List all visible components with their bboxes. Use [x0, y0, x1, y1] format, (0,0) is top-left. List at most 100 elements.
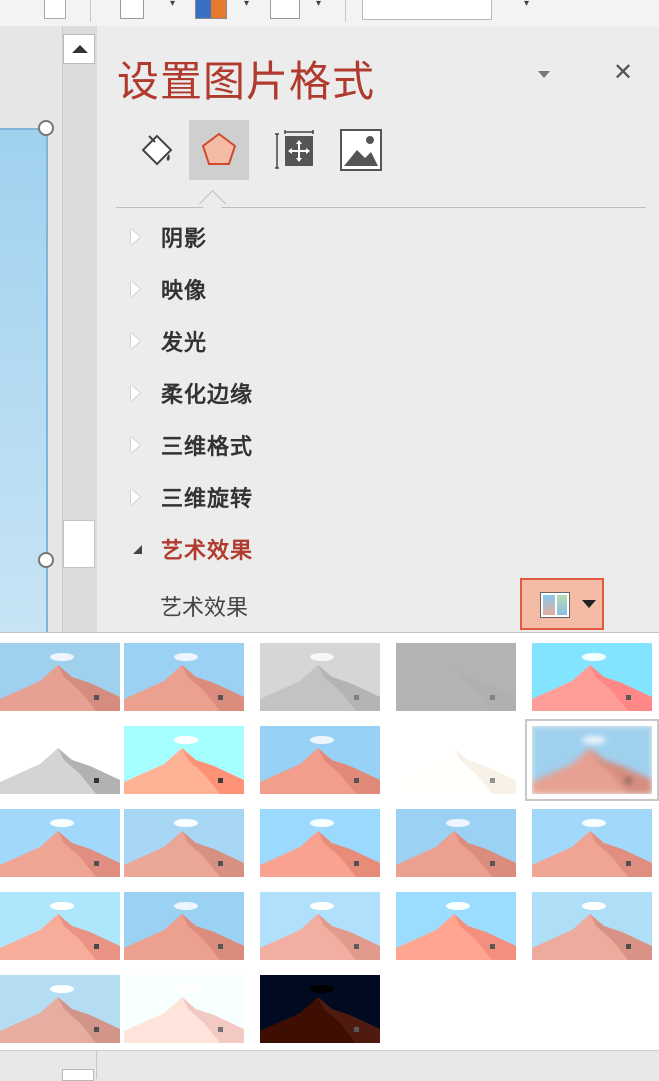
- effect-thumbnail-crisscross-etching[interactable]: [260, 892, 380, 960]
- desert-image: [124, 643, 244, 711]
- status-control[interactable]: [62, 1069, 94, 1081]
- artistic-effect-dropdown[interactable]: [520, 578, 604, 630]
- desert-image: [124, 975, 244, 1043]
- effect-thumbnail-pencil-grayscale[interactable]: [260, 643, 380, 711]
- close-icon[interactable]: ✕: [613, 58, 633, 86]
- expand-arrow-icon: [131, 437, 140, 453]
- desert-image: [0, 975, 120, 1043]
- effect-thumbnail-cutout[interactable]: [0, 975, 120, 1043]
- chevron-down-icon[interactable]: ▾: [524, 0, 529, 9]
- effect-thumbnail-watercolor-sponge[interactable]: [124, 809, 244, 877]
- tab-fill-line[interactable]: [127, 120, 187, 180]
- effect-thumbnail-marker[interactable]: [124, 643, 244, 711]
- pane-title: 设置图片格式: [117, 57, 376, 106]
- section-glow[interactable]: 发光: [131, 323, 207, 359]
- status-bar: [0, 1050, 659, 1081]
- desert-image: [396, 643, 516, 711]
- section-label: 映像: [161, 279, 208, 304]
- pane-tabs: [127, 120, 427, 180]
- chevron-down-icon: [582, 600, 596, 608]
- desert-image: [124, 726, 244, 794]
- artistic-effect-label: 艺术效果: [160, 596, 249, 621]
- section-3d-format[interactable]: 三维格式: [131, 427, 253, 463]
- effects-icon: [201, 132, 237, 165]
- ribbon-shape-icon[interactable]: [44, 0, 66, 19]
- artistic-effects-gallery: [0, 632, 659, 1051]
- desert-image: [260, 975, 380, 1043]
- section-label: 艺术效果: [161, 539, 254, 564]
- tab-size-properties[interactable]: [265, 120, 325, 180]
- desert-image: [0, 809, 120, 877]
- ribbon-divider: [345, 0, 346, 22]
- size-properties-icon: [275, 130, 314, 169]
- section-artistic-effects[interactable]: 艺术效果: [131, 531, 253, 567]
- chevron-down-icon[interactable]: ▾: [244, 0, 249, 9]
- effect-thumbnail-glow-diffused[interactable]: [396, 726, 516, 794]
- format-picture-pane: 设置图片格式 ✕ 阴影 映像 发光 柔化边缘 三维格式 三维旋转 艺术效果 艺术…: [97, 26, 659, 632]
- ribbon-picture-border-icon[interactable]: [120, 0, 144, 19]
- chevron-down-icon[interactable]: ▾: [170, 0, 175, 9]
- effect-thumbnail-film-grain[interactable]: [260, 809, 380, 877]
- effect-thumbnail-glow-edges[interactable]: [260, 975, 380, 1043]
- expand-arrow-icon: [131, 281, 140, 297]
- effect-thumbnail-chalk-sketch[interactable]: [0, 726, 120, 794]
- tab-effects[interactable]: [189, 120, 249, 180]
- expand-arrow-icon: [131, 489, 140, 505]
- desert-image: [260, 726, 380, 794]
- ribbon-picture-effects-icon[interactable]: [195, 0, 227, 19]
- effect-thumbnail-photocopy[interactable]: [124, 975, 244, 1043]
- effect-thumbnail-paint-strokes[interactable]: [124, 726, 244, 794]
- ribbon-picture-layout-icon[interactable]: [270, 0, 300, 19]
- desert-image: [124, 809, 244, 877]
- resize-handle[interactable]: [38, 120, 54, 136]
- section-label: 阴影: [161, 227, 208, 252]
- pane-options-dropdown[interactable]: [534, 66, 554, 82]
- section-label: 发光: [161, 331, 208, 356]
- resize-handle[interactable]: [38, 552, 54, 568]
- desert-image: [260, 892, 380, 960]
- status-divider: [96, 1051, 97, 1079]
- desert-image: [532, 726, 652, 794]
- active-tab-indicator: [199, 190, 226, 217]
- effect-thumbnail-none[interactable]: [0, 643, 120, 711]
- desert-image: [0, 643, 120, 711]
- vertical-scrollbar[interactable]: [62, 26, 98, 632]
- picture-icon: [340, 129, 382, 171]
- effect-thumbnail-paint-brush[interactable]: [260, 726, 380, 794]
- effect-thumbnail-pastels-smooth[interactable]: [396, 892, 516, 960]
- section-3d-rotation[interactable]: 三维旋转: [131, 479, 253, 515]
- effect-thumbnail-glass[interactable]: [532, 809, 652, 877]
- ribbon-input-box[interactable]: [362, 0, 492, 20]
- effect-thumbnail-plastic-wrap[interactable]: [532, 892, 652, 960]
- expand-arrow-icon: [131, 333, 140, 349]
- artistic-effect-preview-icon: [540, 592, 570, 618]
- chevron-down-icon[interactable]: ▾: [316, 0, 321, 9]
- effect-thumbnail-pencil-sketch[interactable]: [396, 643, 516, 711]
- desert-image: [396, 726, 516, 794]
- slide-canvas[interactable]: [0, 26, 62, 634]
- section-soft-edges[interactable]: 柔化边缘: [131, 375, 253, 411]
- desert-image: [532, 809, 652, 877]
- effect-thumbnail-blur[interactable]: [525, 719, 659, 801]
- tab-picture[interactable]: [331, 120, 391, 180]
- desert-image: [532, 892, 652, 960]
- section-label: 柔化边缘: [161, 383, 254, 408]
- ribbon-strip: ▾ ▾ ▾ ▾: [0, 0, 659, 27]
- desert-image: [532, 643, 652, 711]
- scroll-up-button[interactable]: [63, 34, 95, 64]
- section-shadow[interactable]: 阴影: [131, 219, 207, 255]
- section-reflection[interactable]: 映像: [131, 271, 207, 307]
- effect-thumbnail-cement[interactable]: [0, 892, 120, 960]
- effect-thumbnail-light-screen[interactable]: [0, 809, 120, 877]
- effect-thumbnail-mosaic-bubbles[interactable]: [396, 809, 516, 877]
- effect-thumbnail-line-drawing[interactable]: [532, 643, 652, 711]
- expand-arrow-icon: [131, 385, 140, 401]
- desert-image: [396, 809, 516, 877]
- desert-image: [0, 726, 120, 794]
- ribbon-divider: [90, 0, 91, 22]
- desert-image: [260, 809, 380, 877]
- section-label: 三维旋转: [161, 487, 254, 512]
- scroll-thumb[interactable]: [63, 520, 95, 568]
- effect-thumbnail-texturizer[interactable]: [124, 892, 244, 960]
- collapse-arrow-icon: [133, 545, 142, 554]
